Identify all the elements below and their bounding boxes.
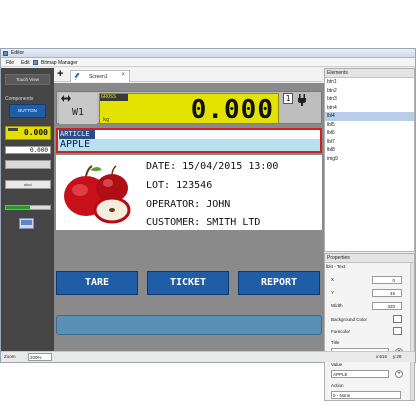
add-screen-button[interactable]: + (57, 68, 63, 80)
weight-panel[interactable]: GROSS 0.000 kg (99, 93, 279, 125)
apples-image[interactable] (58, 158, 138, 228)
image-icon (21, 220, 32, 225)
scale-id-box: W1 (59, 93, 97, 124)
close-tab-icon[interactable]: × (121, 72, 125, 78)
component-text-sample: abcd (24, 183, 32, 187)
component-weight-value: 0.000 (23, 128, 48, 137)
tab-screen1[interactable]: Screen1 × (70, 70, 130, 82)
weight-value: 0.000 (190, 95, 274, 125)
tare-button[interactable]: TARE (56, 271, 138, 295)
y-label: Y (331, 290, 335, 295)
component-progress-bar[interactable] (5, 205, 51, 210)
action-label: Action (331, 383, 344, 388)
component-number-field[interactable]: 0.000 (5, 146, 51, 154)
status-bar: Zoom 200% x:616 y:28 (1, 351, 415, 362)
scale-id: W1 (72, 107, 85, 118)
date-line: DATE: 15/04/2015 13:00 (146, 161, 279, 172)
ticket-button[interactable]: TICKET (147, 271, 229, 295)
status-strip[interactable] (56, 315, 322, 335)
action-buttons: TARE TICKET REPORT (56, 271, 322, 297)
design-canvas: W1 GROSS 0.000 kg 1 ARTICLE APPLE DATE: … (54, 83, 324, 351)
properties-scrollbar[interactable] (410, 263, 414, 400)
action-dropdown[interactable]: 0 - None (331, 391, 401, 399)
article-field[interactable]: ARTICLE APPLE (56, 128, 322, 153)
component-label[interactable] (5, 160, 51, 169)
properties-subtitle: lbl4 - Text (326, 264, 346, 269)
element-item-btn3[interactable]: btn3 (325, 95, 414, 104)
weight-unit: kg (103, 117, 110, 123)
width-label: Width (331, 303, 343, 308)
scale-number: 1 (283, 93, 293, 104)
zoom-select[interactable]: 200% (28, 353, 52, 361)
value-input[interactable]: APPLE (331, 370, 389, 378)
element-item-lbl4[interactable]: lbl4 (325, 112, 414, 121)
value-label: Value (331, 362, 343, 367)
element-item-lbl6[interactable]: lbl6 (325, 129, 414, 138)
plug-icon (298, 94, 306, 106)
components-label: Components (5, 96, 34, 102)
report-button[interactable]: REPORT (238, 271, 320, 295)
forecolor-picker[interactable] (393, 327, 402, 335)
tab-label: Screen1 (89, 74, 108, 80)
width-spinner[interactable]: 320 (372, 302, 402, 310)
element-item-btn4[interactable]: btn4 (325, 104, 414, 113)
touch-view-button[interactable]: Touch View (5, 74, 50, 85)
component-weight-display[interactable]: 0.000 (5, 126, 51, 140)
element-item-img9[interactable]: img9 (325, 155, 414, 164)
info-panel: DATE: 15/04/2015 13:00 LOT: 123546 OPERA… (56, 155, 322, 230)
element-item-btn1[interactable]: btn1 (325, 78, 414, 87)
title-bar: Editor (1, 49, 415, 58)
properties-panel: Properties lbl4 - Text X 0 Y 45 Width 32… (324, 253, 415, 401)
gross-label: GROSS (100, 94, 128, 101)
article-title: ARTICLE (59, 130, 95, 139)
component-number-value: 0.000 (29, 147, 48, 154)
zoom-label: Zoom (4, 354, 16, 359)
pencil-icon (74, 73, 80, 80)
operator-line: OPERATOR: JOHN (146, 199, 231, 210)
component-image[interactable] (19, 218, 34, 229)
element-item-btn2[interactable]: btn2 (325, 87, 414, 96)
menu-bitmap-manager[interactable]: Bitmap Manager (41, 60, 78, 66)
window-title: Editor (11, 50, 25, 56)
cursor-x: x:616 (376, 354, 388, 359)
element-item-lbl7[interactable]: lbl7 (325, 138, 414, 147)
menu-file[interactable]: File (6, 60, 14, 66)
element-item-lbl8[interactable]: lbl8 (325, 146, 414, 155)
element-item-lbl5[interactable]: lbl5 (325, 121, 414, 130)
y-spinner[interactable]: 45 (372, 289, 402, 297)
title-label: Title (331, 340, 340, 345)
article-value: APPLE (58, 139, 320, 151)
editor-window: Editor File Edit Bitmap Manager Touch Vi… (0, 48, 416, 401)
stability-icon (61, 95, 71, 102)
menu-edit[interactable]: Edit (21, 60, 30, 66)
properties-title: Properties (325, 254, 414, 263)
value-add-button[interactable]: + (395, 370, 403, 378)
customer-line: CUSTOMER: SMITH LTD (146, 217, 261, 228)
background-color-picker[interactable] (393, 315, 402, 323)
bitmap-icon (33, 60, 38, 65)
background-color-label: Background Color (331, 317, 368, 322)
elements-panel: Elements btn1 btn2 btn3 btn4 lbl4 lbl5 lbl6 lbl… (324, 68, 415, 252)
elements-list: btn1 btn2 btn3 btn4 lbl4 lbl5 lbl6 lbl7 lbl8 img9 (325, 78, 414, 163)
progress-fill (6, 206, 31, 209)
lot-line: LOT: 123546 (146, 180, 213, 191)
elements-title: Elements (325, 69, 414, 78)
forecolor-label: Forecolor (331, 329, 351, 334)
app-icon (3, 51, 8, 56)
cursor-y: y:28 (393, 354, 402, 359)
weight-gross-tag (8, 128, 18, 131)
menu-bar: File Edit Bitmap Manager (1, 58, 415, 67)
components-palette: Touch View Components BUTTON 0.000 0.000… (1, 68, 54, 351)
component-text-box[interactable]: abcd (5, 180, 51, 189)
tab-strip: + Screen1 × (54, 68, 322, 82)
x-spinner[interactable]: 0 (372, 276, 402, 284)
component-button[interactable]: BUTTON (9, 104, 46, 118)
x-label: X (331, 277, 335, 282)
scale-bar: W1 GROSS 0.000 kg 1 (56, 91, 322, 125)
